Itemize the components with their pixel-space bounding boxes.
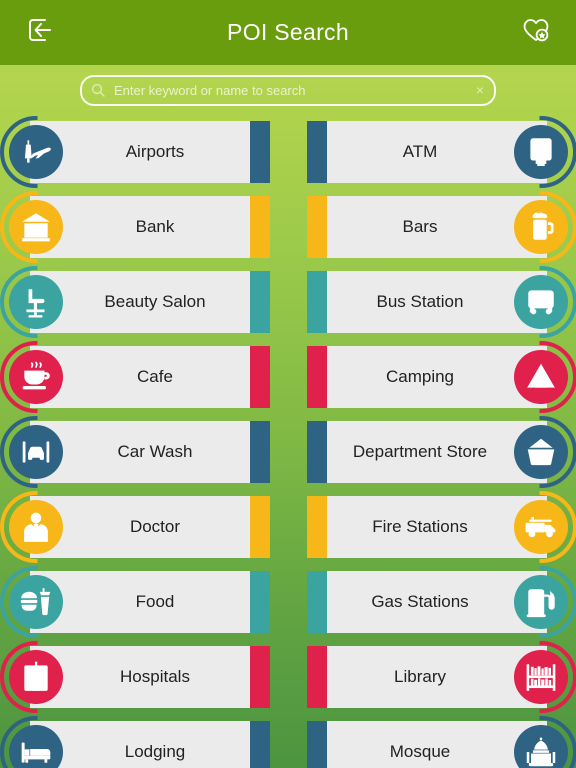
category-label: Mosque <box>389 742 451 761</box>
category-label: Fire Stations <box>372 517 468 536</box>
category-color-bar <box>250 346 270 408</box>
category-button-bank[interactable]: Bank <box>30 196 270 258</box>
page-title: POI Search <box>227 19 349 45</box>
category-label: Library <box>394 667 446 686</box>
category-label: Camping <box>385 367 455 386</box>
category-cell: Bus Station <box>307 266 576 338</box>
category-color-bar <box>250 496 270 558</box>
category-cell: Doctor <box>0 491 270 563</box>
category-cell: Fire Stations <box>307 491 576 563</box>
category-color-bar <box>307 346 327 408</box>
search-icon <box>91 83 105 97</box>
poi-search-screen: POI Search × Airports ATM Bank <box>0 0 576 768</box>
category-cell: Beauty Salon <box>0 266 270 338</box>
category-label: Doctor <box>129 517 181 536</box>
category-row: Hospitals Library <box>0 641 576 718</box>
category-button-bus-station[interactable]: Bus Station <box>307 271 547 333</box>
category-button-food[interactable]: Food <box>30 571 270 633</box>
category-color-bar <box>307 496 327 558</box>
category-button-airports[interactable]: Airports <box>30 121 270 183</box>
category-color-bar <box>250 121 270 183</box>
category-color-bar <box>250 646 270 708</box>
category-row: Airports ATM <box>0 116 576 193</box>
category-label: Bars <box>402 217 438 236</box>
category-label: Beauty Salon <box>104 292 206 311</box>
category-cell: Mosque <box>307 716 576 768</box>
category-row: Beauty Salon Bus Station <box>0 266 576 343</box>
category-grid: Airports ATM Bank Bars Beauty Salon Bus Stati… <box>0 116 576 768</box>
category-cell: Cafe <box>0 341 270 413</box>
category-row: Doctor Fire Stations <box>0 491 576 568</box>
search-input[interactable] <box>112 76 464 104</box>
category-color-bar <box>307 721 327 768</box>
category-cell: Bank <box>0 191 270 263</box>
category-label: Gas Stations <box>371 592 469 611</box>
category-label: Hospitals <box>120 667 190 686</box>
clear-search-icon[interactable]: × <box>476 83 484 97</box>
category-label: Cafe <box>137 367 173 386</box>
category-button-mosque[interactable]: Mosque <box>307 721 547 768</box>
category-button-library[interactable]: Library <box>307 646 547 708</box>
search-bar[interactable]: × <box>80 74 496 106</box>
category-cell: ATM <box>307 116 576 188</box>
category-button-bars[interactable]: Bars <box>307 196 547 258</box>
category-button-hospitals[interactable]: Hospitals <box>30 646 270 708</box>
back-button[interactable] <box>8 0 72 65</box>
category-row: Food Gas Stations <box>0 566 576 643</box>
category-button-department-store[interactable]: Department Store <box>307 421 547 483</box>
category-cell: Camping <box>307 341 576 413</box>
category-color-bar <box>307 421 327 483</box>
category-row: Cafe Camping <box>0 341 576 418</box>
category-button-gas-stations[interactable]: Gas Stations <box>307 571 547 633</box>
category-cell: Food <box>0 566 270 638</box>
category-color-bar <box>250 196 270 258</box>
favorites-button[interactable] <box>504 0 568 65</box>
category-color-bar <box>307 196 327 258</box>
category-cell: Lodging <box>0 716 270 768</box>
category-button-car-wash[interactable]: Car Wash <box>30 421 270 483</box>
category-button-camping[interactable]: Camping <box>307 346 547 408</box>
category-row: Lodging Mosque <box>0 716 576 768</box>
back-arrow-icon <box>25 15 55 50</box>
heart-star-icon <box>521 15 551 50</box>
category-button-doctor[interactable]: Doctor <box>30 496 270 558</box>
category-color-bar <box>250 271 270 333</box>
category-label: ATM <box>402 142 438 161</box>
category-label: Bank <box>135 217 175 236</box>
category-color-bar <box>250 421 270 483</box>
category-color-bar <box>250 721 270 768</box>
search-bar-container: × <box>0 72 576 108</box>
category-button-beauty-salon[interactable]: Beauty Salon <box>30 271 270 333</box>
category-row: Car Wash Department Store <box>0 416 576 493</box>
category-color-bar <box>250 571 270 633</box>
category-cell: Library <box>307 641 576 713</box>
category-color-bar <box>307 121 327 183</box>
category-color-bar <box>307 271 327 333</box>
category-cell: Hospitals <box>0 641 270 713</box>
category-cell: Airports <box>0 116 270 188</box>
category-label: Car Wash <box>117 442 193 461</box>
category-button-atm[interactable]: ATM <box>307 121 547 183</box>
category-button-lodging[interactable]: Lodging <box>30 721 270 768</box>
category-button-fire-stations[interactable]: Fire Stations <box>307 496 547 558</box>
category-label: Airports <box>125 142 185 161</box>
category-color-bar <box>307 571 327 633</box>
category-label: Food <box>135 592 175 611</box>
category-cell: Gas Stations <box>307 566 576 638</box>
category-color-bar <box>307 646 327 708</box>
category-cell: Bars <box>307 191 576 263</box>
category-label: Department Store <box>352 442 488 461</box>
app-header: POI Search <box>0 0 576 65</box>
category-cell: Department Store <box>307 416 576 488</box>
category-label: Bus Station <box>376 292 464 311</box>
category-label: Lodging <box>124 742 186 761</box>
category-row: Bank Bars <box>0 191 576 268</box>
category-button-cafe[interactable]: Cafe <box>30 346 270 408</box>
category-cell: Car Wash <box>0 416 270 488</box>
